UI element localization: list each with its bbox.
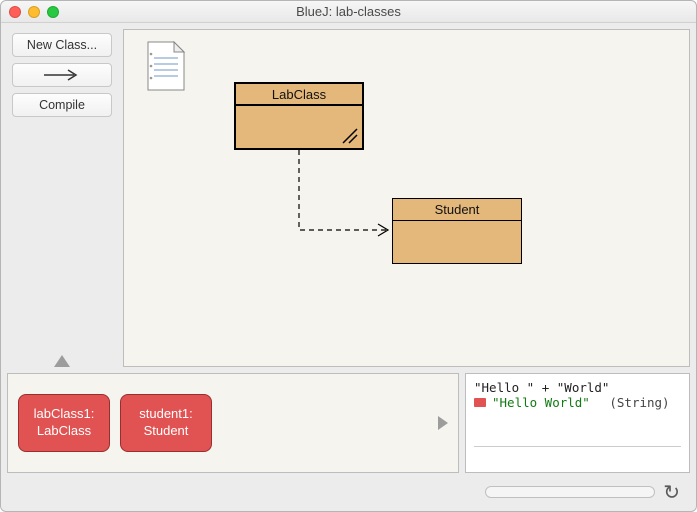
new-class-button[interactable]: New Class... bbox=[12, 33, 112, 57]
class-body bbox=[393, 221, 521, 263]
status-bar: ↻ bbox=[7, 479, 690, 505]
object-result-icon[interactable] bbox=[474, 398, 486, 407]
class-body bbox=[236, 106, 362, 148]
object-class: Student bbox=[121, 423, 211, 440]
class-student[interactable]: Student bbox=[392, 198, 522, 264]
window-title: BlueJ: lab-classes bbox=[1, 4, 696, 19]
hatch-icon bbox=[341, 127, 359, 145]
close-icon[interactable] bbox=[9, 6, 21, 18]
object-instance-labclass1[interactable]: labClass1: LabClass bbox=[18, 394, 110, 452]
arrow-icon bbox=[42, 69, 82, 81]
readme-icon[interactable] bbox=[144, 40, 186, 92]
traffic-lights bbox=[9, 6, 59, 18]
lower-area: labClass1: LabClass student1: Student "H… bbox=[7, 373, 690, 473]
collapse-up-icon[interactable] bbox=[54, 355, 70, 367]
code-pad[interactable]: "Hello " + "World" "Hello World" (String… bbox=[465, 373, 690, 473]
class-diagram-canvas[interactable]: LabClass Student bbox=[123, 29, 690, 367]
codepad-input: "Hello " + "World" bbox=[474, 380, 681, 395]
class-name-label: Student bbox=[393, 199, 521, 221]
minimize-icon[interactable] bbox=[28, 6, 40, 18]
class-name-label: LabClass bbox=[236, 84, 362, 106]
result-value: "Hello World" bbox=[492, 395, 590, 410]
object-instance-student1[interactable]: student1: Student bbox=[120, 394, 212, 452]
object-bench[interactable]: labClass1: LabClass student1: Student bbox=[7, 373, 459, 473]
upper-area: New Class... Compile bbox=[7, 29, 690, 367]
restart-vm-icon[interactable]: ↻ bbox=[663, 480, 680, 505]
titlebar: BlueJ: lab-classes bbox=[1, 1, 696, 23]
object-name: student1: bbox=[121, 406, 211, 423]
codepad-input-field[interactable] bbox=[474, 446, 681, 466]
class-labclass[interactable]: LabClass bbox=[234, 82, 364, 150]
sidebar: New Class... Compile bbox=[7, 29, 117, 367]
codepad-result: "Hello World" (String) bbox=[474, 395, 681, 410]
progress-bar bbox=[485, 486, 655, 498]
bluej-window: BlueJ: lab-classes New Class... Compile bbox=[0, 0, 697, 512]
compile-button[interactable]: Compile bbox=[12, 93, 112, 117]
zoom-icon[interactable] bbox=[47, 6, 59, 18]
expand-right-icon[interactable] bbox=[438, 416, 448, 430]
object-name: labClass1: bbox=[19, 406, 109, 423]
result-type: (String) bbox=[609, 395, 669, 410]
new-arrow-button[interactable] bbox=[12, 63, 112, 87]
content-area: New Class... Compile bbox=[1, 23, 696, 511]
object-class: LabClass bbox=[19, 423, 109, 440]
